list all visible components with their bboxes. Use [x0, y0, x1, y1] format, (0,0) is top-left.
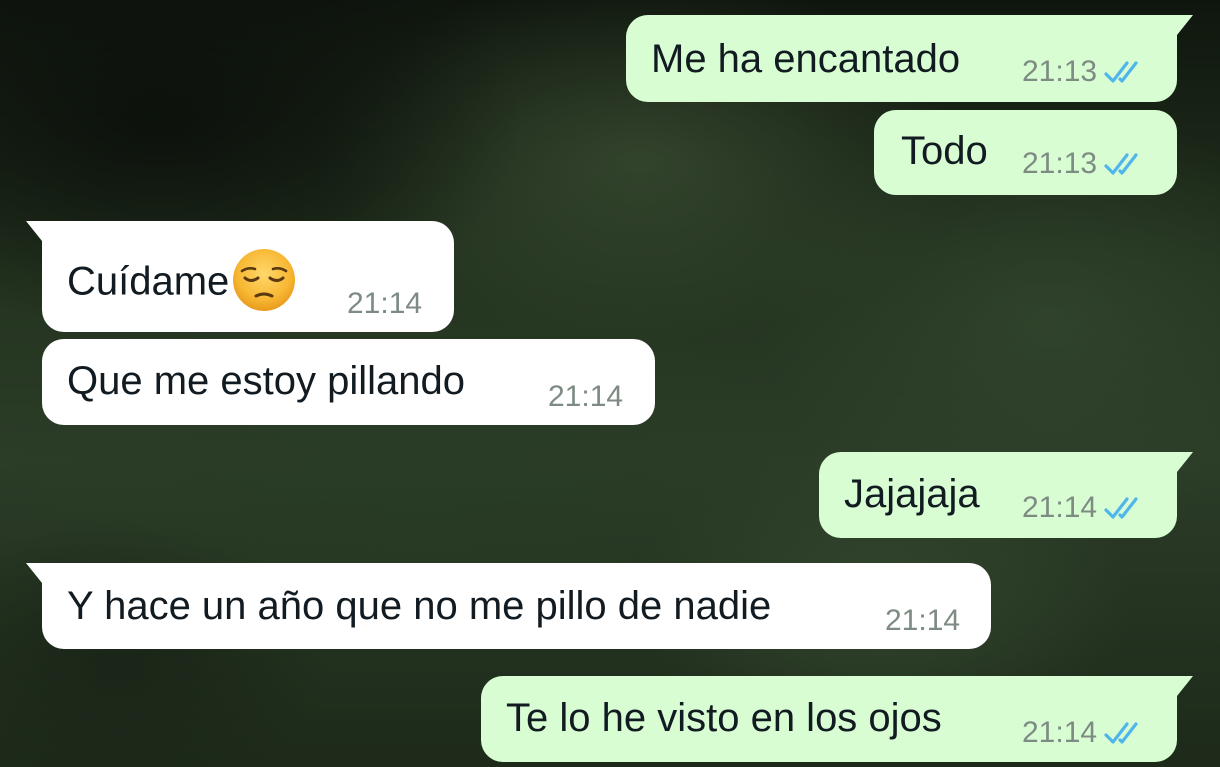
message-meta: 21:13 — [1022, 55, 1147, 89]
message-text: Te lo he visto en los ojos — [506, 696, 942, 740]
message-text: Que me estoy pillando — [67, 359, 466, 403]
message-bubble-outgoing[interactable]: Me ha encantado 21:13 — [626, 15, 1193, 102]
message-meta: 21:14 — [1022, 716, 1147, 750]
double-check-icon — [1104, 61, 1138, 83]
message-bubble-incoming[interactable]: Cuídame 21:14 — [26, 221, 454, 332]
message-bubble-outgoing[interactable]: Todo 21:13 — [874, 110, 1177, 195]
message-text-line: Cuídame — [67, 249, 297, 317]
message-time: 21:14 — [347, 287, 423, 320]
message-time: 21:14 — [548, 380, 624, 413]
bubble-tail — [1177, 15, 1193, 35]
message-text: Me ha encantado — [651, 37, 961, 81]
message-time: 21:13 — [1022, 147, 1098, 180]
pensive-face-emoji — [233, 249, 296, 311]
message-text: Y hace un año que no me pillo de nadie — [67, 584, 772, 628]
message-meta: 21:13 — [1022, 147, 1147, 181]
message-meta: 21:14 — [1022, 491, 1147, 525]
message-bubble-incoming[interactable]: Y hace un año que no me pillo de nadie 2… — [26, 563, 991, 649]
double-check-icon — [1104, 722, 1138, 744]
message-time: 21:13 — [1022, 55, 1098, 88]
double-check-icon — [1104, 497, 1138, 519]
message-meta: 21:14 — [548, 380, 623, 414]
message-time: 21:14 — [1022, 491, 1098, 524]
bubble-tail — [1177, 452, 1193, 472]
bubble-tail — [26, 221, 42, 241]
message-bubble-outgoing[interactable]: Te lo he visto en los ojos 21:14 — [481, 676, 1193, 762]
message-time: 21:14 — [1022, 716, 1098, 749]
bubble-tail — [26, 563, 42, 583]
message-time: 21:14 — [885, 604, 961, 637]
message-text: Jajajaja — [844, 472, 980, 516]
double-check-icon — [1104, 153, 1138, 175]
message-bubble-outgoing[interactable]: Jajajaja 21:14 — [819, 452, 1193, 538]
message-meta: 21:14 — [885, 604, 960, 638]
message-bubble-incoming[interactable]: Que me estoy pillando 21:14 — [42, 339, 655, 425]
message-text: Todo — [901, 129, 988, 173]
message-text: Cuídame — [67, 259, 230, 304]
message-meta: 21:14 — [347, 287, 422, 321]
bubble-tail — [1177, 676, 1193, 696]
